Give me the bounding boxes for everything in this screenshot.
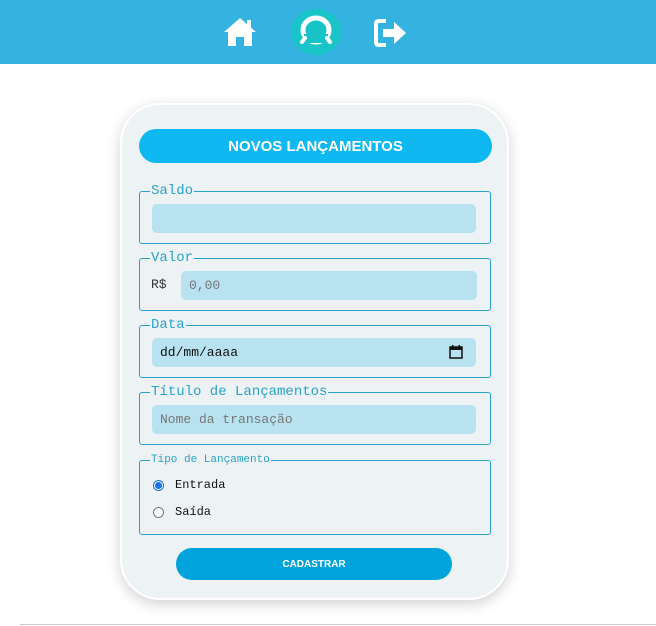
radio-saida-label: Saída: [175, 505, 212, 519]
currency-prefix: R$: [151, 277, 167, 292]
calendar-icon[interactable]: [449, 345, 463, 359]
saldo-legend: Saldo: [151, 183, 194, 199]
date-placeholder: dd/mm/aaaa: [160, 345, 239, 360]
radio-saida[interactable]: Saída: [153, 505, 211, 519]
titulo-input[interactable]: [152, 405, 476, 434]
tipo-fieldset: Tipo de Lançamento: [139, 455, 491, 535]
tipo-legend: Tipo de Lançamento: [151, 454, 270, 466]
saldo-input[interactable]: [152, 204, 476, 233]
radio-entrada-label: Entrada: [175, 478, 226, 492]
radio-saida-button[interactable]: [153, 506, 164, 518]
radio-entrada-button[interactable]: [153, 479, 164, 491]
form-title: NOVOS LANÇAMENTOS: [139, 129, 492, 163]
top-navbar: [0, 0, 656, 64]
divider: [20, 624, 656, 625]
valor-legend: Valor: [151, 250, 194, 266]
cadastrar-button[interactable]: CADASTRAR: [176, 548, 452, 580]
titulo-legend: Título de Lançamentos: [151, 384, 328, 400]
logo-icon[interactable]: [290, 8, 342, 56]
radio-entrada[interactable]: Entrada: [153, 478, 225, 492]
data-legend: Data: [151, 317, 185, 333]
valor-input[interactable]: [181, 271, 477, 300]
logout-icon[interactable]: [374, 18, 408, 48]
home-icon[interactable]: [222, 16, 258, 48]
